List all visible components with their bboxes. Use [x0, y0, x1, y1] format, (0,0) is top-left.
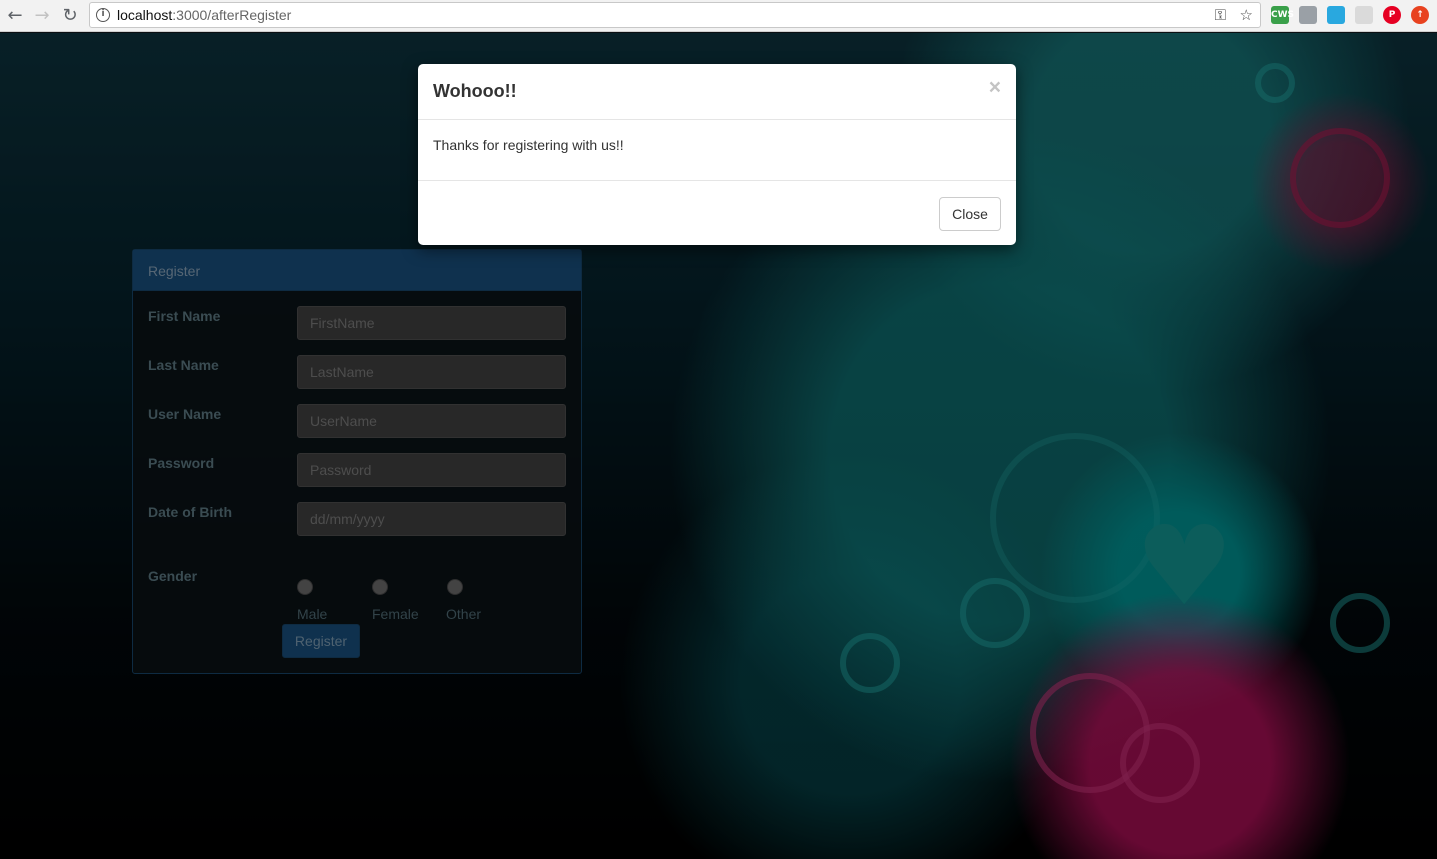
modal-message: Thanks for registering with us!! — [433, 137, 624, 153]
address-bar[interactable]: i localhost:3000/afterRegister ⚿ ☆ — [89, 2, 1261, 28]
image-extension-icon[interactable] — [1299, 6, 1317, 24]
url-path: :3000/afterRegister — [172, 7, 292, 23]
success-modal: Wohooo!! × Thanks for registering with u… — [418, 64, 1016, 245]
modal-title: Wohooo!! — [433, 81, 517, 101]
key-icon[interactable]: ⚿ — [1215, 6, 1226, 24]
url-text[interactable]: localhost:3000/afterRegister — [117, 7, 291, 23]
reload-icon[interactable]: ↻ — [59, 5, 81, 27]
info-icon[interactable]: i — [96, 8, 110, 22]
star-icon[interactable]: ☆ — [1240, 6, 1253, 24]
cws-extension-icon[interactable]: CWS — [1271, 6, 1294, 24]
modal-footer: Close — [418, 180, 1016, 245]
close-icon[interactable]: × — [989, 77, 1001, 98]
browser-toolbar: ← → ↻ i localhost:3000/afterRegister ⚿ ☆… — [0, 0, 1437, 32]
upload-extension-icon[interactable]: ↑ — [1411, 6, 1429, 24]
url-host: localhost — [117, 7, 173, 23]
pinterest-icon[interactable]: P — [1383, 6, 1401, 24]
close-button[interactable]: Close — [939, 197, 1001, 231]
back-icon[interactable]: ← — [4, 5, 26, 27]
refresh-extension-icon[interactable] — [1327, 6, 1345, 24]
circle-extension-icon[interactable] — [1355, 6, 1373, 24]
forward-icon[interactable]: → — [31, 5, 53, 27]
modal-header: Wohooo!! × — [418, 64, 1016, 120]
